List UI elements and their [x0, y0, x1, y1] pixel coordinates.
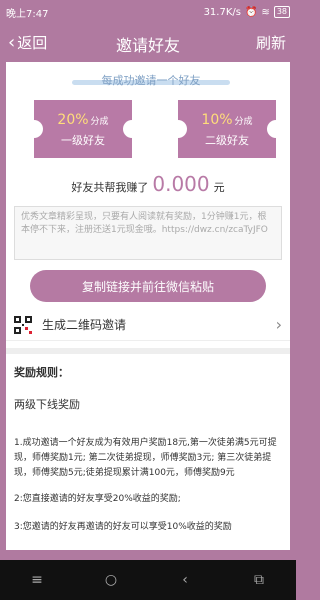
earnings-prefix: 好友共帮我赚了	[71, 181, 149, 194]
network-speed: 31.7K/s	[203, 6, 241, 18]
earnings-currency: 元	[213, 181, 225, 194]
tier-2-ticket: 10% 分成 二级好友	[169, 100, 285, 158]
headline-text: 每成功邀请一个好友	[101, 74, 201, 87]
page-title: 邀请好友	[115, 36, 180, 55]
chevron-right-icon: ›	[275, 315, 282, 334]
battery-indicator: 38	[273, 6, 290, 18]
status-right: 31.7K/s ⏰ ≋ 38	[204, 6, 290, 18]
refresh-button[interactable]: 刷新	[256, 32, 286, 53]
system-nav-bar: ≡ ○ ‹ ⧉	[0, 560, 296, 600]
rules-subtitle: 两级下线奖励	[14, 398, 80, 411]
earnings-amount: 0.000	[152, 172, 210, 196]
rules-title: 奖励规则：	[14, 366, 69, 379]
rule-item: 3:您邀请的好友再邀请的好友可以享受10%收益的奖励	[14, 522, 232, 532]
wifi-icon: ≋	[261, 6, 270, 18]
tier-1-level: 一级好友	[61, 134, 105, 147]
tier-1-ticket: 20% 分成 一级好友	[25, 100, 141, 158]
alarm-icon: ⏰	[244, 6, 258, 18]
menu-icon[interactable]: ≡	[17, 572, 57, 588]
main-content: 每成功邀请一个好友 20% 分成 一级好友 10% 分成 二级好友 好友共帮我赚…	[6, 62, 290, 550]
app-bar: ‹ 返回 邀请好友 刷新	[0, 24, 296, 60]
back-nav-icon[interactable]: ‹	[165, 572, 205, 588]
rule-item: 1.成功邀请一个好友成为有效用户奖励18元,第一次徒弟满5元可提现，师傅奖励1元…	[14, 438, 277, 478]
home-icon[interactable]: ○	[91, 572, 131, 588]
qr-invite-label: 生成二维码邀请	[42, 318, 127, 332]
section-divider	[6, 348, 290, 354]
share-text-box[interactable]: 优秀文章精彩呈现，只要有人阅读就有奖励，1分钟赚1元，根本停不下来，注册还送1元…	[14, 206, 282, 260]
tier-1-unit: 分成	[90, 117, 109, 127]
tier-2-percent: 10%	[201, 112, 233, 128]
status-time: 晚上7:47	[6, 8, 49, 20]
tier-2-unit: 分成	[234, 117, 253, 127]
promo-headline: 每成功邀请一个好友	[66, 72, 236, 88]
tier-1-percent: 20%	[57, 112, 89, 128]
rule-item: 2:您直接邀请的好友享受20%收益的奖励;	[14, 494, 181, 504]
recents-icon[interactable]: ⧉	[239, 572, 279, 588]
status-bar: 晚上7:47 31.7K/s ⏰ ≋ 38	[0, 0, 296, 24]
copy-link-button[interactable]: 复制链接并前往微信粘贴	[30, 270, 266, 302]
earnings-summary: 好友共帮我赚了 0.000 元	[6, 172, 290, 196]
qr-code-icon	[14, 315, 32, 334]
tier-2-level: 二级好友	[205, 134, 249, 147]
qr-invite-row[interactable]: 生成二维码邀请 ›	[6, 309, 290, 341]
